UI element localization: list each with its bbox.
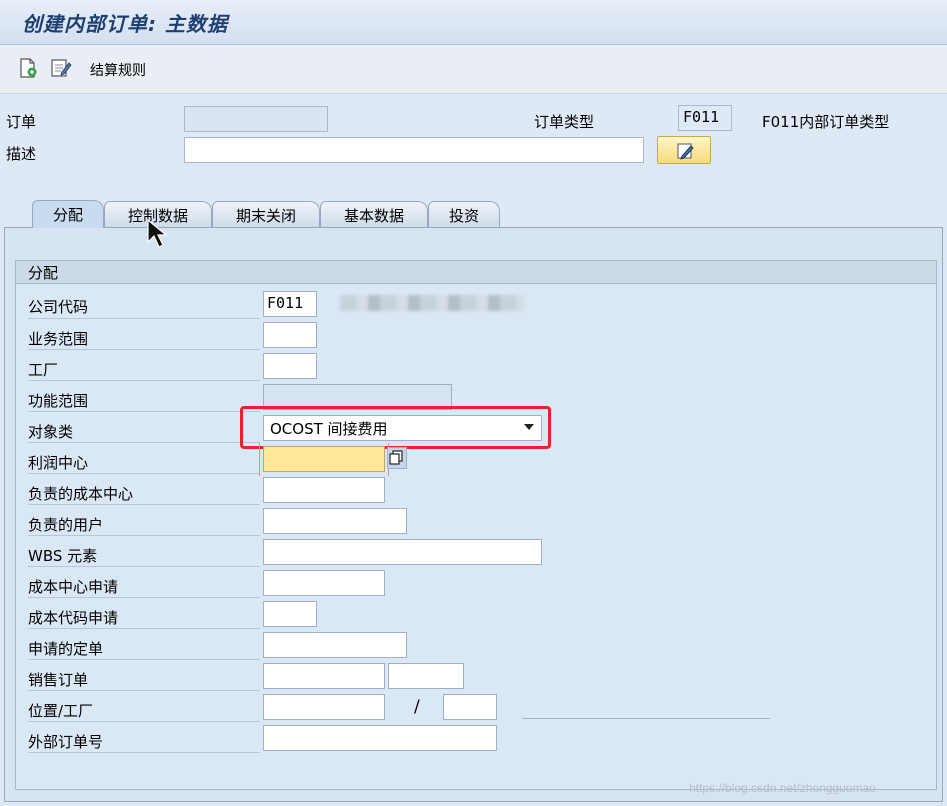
external-order-label: 外部订单号 <box>28 733 104 751</box>
tab-assignment[interactable]: 分配 <box>32 200 104 228</box>
business-area-label: 业务范围 <box>28 330 89 348</box>
responsible-user-label: 负责的用户 <box>28 516 104 534</box>
row-divider <box>28 566 260 567</box>
row-divider <box>28 473 260 474</box>
tab-investments[interactable]: 投资 <box>428 201 500 227</box>
row-divider <box>28 380 260 381</box>
order-type-label: 订单类型 <box>534 113 595 131</box>
row-divider <box>28 628 260 629</box>
requesting-order-input[interactable] <box>263 632 407 658</box>
location-plant-input[interactable] <box>443 694 497 720</box>
company-code-label: 公司代码 <box>28 298 89 316</box>
company-code-input[interactable]: F011 <box>263 291 317 317</box>
row-divider <box>28 318 260 319</box>
new-document-icon[interactable] <box>18 58 38 78</box>
location-plant-label: 位置/工厂 <box>28 702 94 720</box>
business-area-input[interactable] <box>263 322 317 348</box>
settlement-rule-button[interactable]: 结算规则 <box>90 60 146 80</box>
wbs-element-label: WBS 元素 <box>28 547 98 565</box>
long-text-edit-button[interactable] <box>657 136 711 164</box>
location-description-line <box>522 718 770 719</box>
row-divider <box>28 752 260 753</box>
external-order-input[interactable] <box>263 725 497 751</box>
row-divider <box>28 659 260 660</box>
object-class-label: 对象类 <box>28 423 74 441</box>
order-type-field: F011 <box>678 105 732 131</box>
edit-document-icon[interactable] <box>50 58 72 78</box>
plant-label: 工厂 <box>28 361 59 379</box>
requesting-order-label: 申请的定单 <box>28 640 104 658</box>
wbs-element-input[interactable] <box>263 539 542 565</box>
group-header <box>16 261 936 284</box>
row-divider <box>28 442 260 443</box>
row-divider <box>28 535 260 536</box>
order-type-description: F011内部订单类型 <box>762 113 890 131</box>
sales-order-label: 销售订单 <box>28 671 89 689</box>
sales-order-item-input[interactable] <box>388 663 464 689</box>
company-name-text-blurred <box>340 295 524 311</box>
mouse-cursor-icon <box>146 218 170 252</box>
description-label: 描述 <box>6 145 37 163</box>
row-divider <box>28 721 260 722</box>
row-divider <box>28 349 260 350</box>
responsible-user-input[interactable] <box>263 508 407 534</box>
order-label: 订单 <box>6 113 37 131</box>
row-divider <box>28 597 260 598</box>
order-number-field <box>184 106 328 132</box>
tab-general-data[interactable]: 基本数据 <box>320 201 428 227</box>
plant-input[interactable] <box>263 353 317 379</box>
functional-area-label: 功能范围 <box>28 392 89 410</box>
requesting-cost-center-input[interactable] <box>263 570 385 596</box>
page-title: 创建内部订单: 主数据 <box>22 12 228 36</box>
requesting-cost-center-label: 成本中心申请 <box>28 578 119 596</box>
sales-order-input[interactable] <box>263 663 385 689</box>
row-divider <box>28 504 260 505</box>
description-input[interactable] <box>184 137 644 163</box>
responsible-cost-center-input[interactable] <box>263 477 385 503</box>
pencil-icon <box>677 143 694 160</box>
location-input[interactable] <box>263 694 385 720</box>
requesting-company-code-label: 成本代码申请 <box>28 609 119 627</box>
copy-icon[interactable] <box>387 447 407 469</box>
group-title: 分配 <box>28 264 59 282</box>
location-separator: / <box>414 697 420 717</box>
profit-center-label: 利润中心 <box>28 454 89 472</box>
requesting-company-code-input[interactable] <box>263 601 317 627</box>
required-field-marker <box>259 443 389 476</box>
row-divider <box>28 690 260 691</box>
row-divider <box>28 411 260 412</box>
tab-period-end-closing[interactable]: 期末关闭 <box>212 201 320 227</box>
watermark: https://blog.csdn.net/zhongguomao <box>689 781 876 795</box>
responsible-cost-center-label: 负责的成本中心 <box>28 485 134 503</box>
